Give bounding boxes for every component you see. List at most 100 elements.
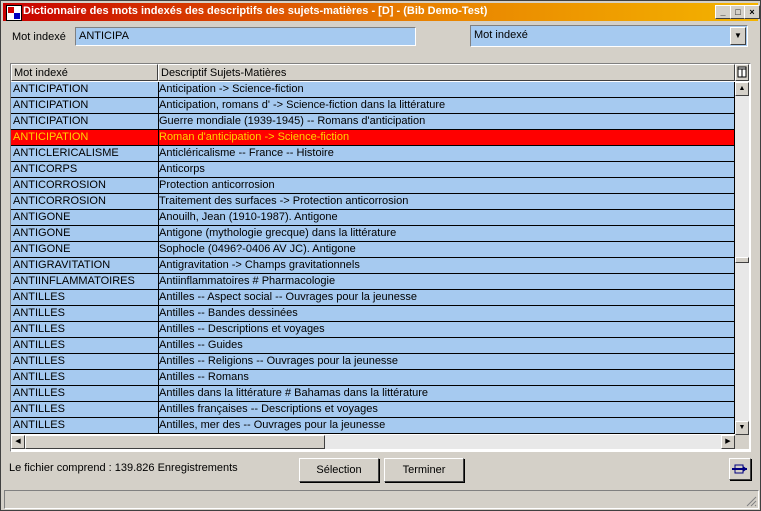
arrow-left-icon: ◀ (15, 438, 21, 445)
cell-mot-indexe: ANTILLES (11, 386, 159, 402)
table-row[interactable]: ANTICORROSION Protection anticorrosion (11, 178, 735, 194)
title-bar[interactable]: Dictionnaire des mots indexés des descri… (3, 3, 760, 21)
cell-descriptif: Guerre mondiale (1939-1945) -- Romans d'… (158, 114, 735, 130)
table-row[interactable]: ANTILLES Antilles -- Guides (11, 338, 735, 354)
cell-descriptif: Antilles -- Descriptions et voyages (158, 322, 735, 338)
scrollbar-corner (735, 435, 749, 449)
record-count: Le fichier comprend : 139.826 Enregistre… (9, 462, 238, 474)
cell-mot-indexe: ANTILLES (11, 354, 159, 370)
table-row[interactable]: ANTILLES Antilles -- Bandes dessinées (11, 306, 735, 322)
table-row[interactable]: ANTILLES Antilles -- Aspect social -- Ouv… (11, 290, 735, 306)
window-title: Dictionnaire des mots indexés des descri… (23, 5, 488, 17)
terminer-button[interactable]: Terminer (384, 458, 464, 482)
selection-button[interactable]: Sélection (299, 458, 379, 482)
scroll-left-button[interactable]: ◀ (11, 435, 25, 449)
cell-descriptif: Anticipation, romans d' -> Science-ficti… (158, 98, 735, 114)
arrow-down-icon: ▼ (738, 424, 746, 431)
cell-descriptif: Antilles -- Romans (158, 370, 735, 386)
column-header-mot-indexe[interactable]: Mot indexé (11, 64, 158, 81)
cell-mot-indexe: ANTICORROSION (11, 178, 159, 194)
cell-descriptif: Antilles -- Religions -- Ouvrages pour l… (158, 354, 735, 370)
cell-descriptif: Antilles -- Guides (158, 338, 735, 354)
search-label: Mot indexé (12, 31, 66, 43)
vertical-scrollbar[interactable]: ▲ ▼ (735, 82, 749, 435)
minimize-icon: _ (720, 7, 726, 17)
column-header-label: Descriptif Sujets-Matières (161, 67, 287, 79)
cell-mot-indexe: ANTILLES (11, 338, 159, 354)
cell-mot-indexe: ANTICORPS (11, 162, 159, 178)
horizontal-scroll-thumb[interactable] (25, 435, 325, 449)
table-row[interactable]: ANTILLES Antilles dans la littérature # B… (11, 386, 735, 402)
cell-mot-indexe: ANTIGONE (11, 226, 159, 242)
table-row[interactable]: ANTILLES Antilles -- Descriptions et voya… (11, 322, 735, 338)
column-header-label: Mot indexé (14, 67, 68, 79)
table-row[interactable]: ANTIINFLAMMATOIRES Antiinflammatoires # P… (11, 274, 735, 290)
cell-descriptif: Antilles, mer des -- Ouvrages pour la je… (158, 418, 735, 434)
cell-descriptif: Antiinflammatoires # Pharmacologie (158, 274, 735, 290)
cell-descriptif: Sophocle (0496?-0406 AV JC). Antigone (158, 242, 735, 258)
export-icon (732, 464, 747, 474)
terminer-button-label: Terminer (402, 464, 446, 476)
table-row[interactable]: ANTIGONE Sophocle (0496?-0406 AV JC). Ant… (11, 242, 735, 258)
grid-rows: ANTICIPATION Anticipation -> Science-fict… (11, 82, 735, 434)
scroll-down-button[interactable]: ▼ (735, 421, 749, 435)
search-mode-select[interactable]: Mot indexé ▼ (470, 25, 748, 47)
table-row[interactable]: ANTICORROSION Traitement des surfaces -> … (11, 194, 735, 210)
table-row[interactable]: ANTIGRAVITATION Antigravitation -> Champs… (11, 258, 735, 274)
cell-mot-indexe: ANTILLES (11, 306, 159, 322)
horizontal-scrollbar[interactable]: ◀ ▶ (11, 435, 735, 449)
cell-descriptif: Protection anticorrosion (158, 178, 735, 194)
column-chooser-icon (737, 66, 747, 78)
table-row[interactable]: ANTILLES Antilles, mer des -- Ouvrages po… (11, 418, 735, 434)
search-mode-value: Mot indexé (474, 29, 528, 41)
selection-button-label: Sélection (316, 464, 362, 476)
cell-mot-indexe: ANTIGONE (11, 210, 159, 226)
table-row[interactable]: ANTICIPATION Anticipation, romans d' -> S… (11, 98, 735, 114)
cell-mot-indexe: ANTILLES (11, 418, 159, 434)
resize-grip-icon[interactable] (745, 495, 757, 507)
table-row[interactable]: ANTILLES Antilles -- Romans (11, 370, 735, 386)
search-mode-dropdown-button[interactable]: ▼ (730, 27, 746, 45)
search-input[interactable]: ANTICIPA (75, 27, 416, 46)
chevron-down-icon: ▼ (734, 31, 742, 40)
results-grid: Mot indexé Descriptif Sujets-Matières AN… (10, 63, 751, 452)
cell-descriptif: Antigone (mythologie grecque) dans la li… (158, 226, 735, 242)
cell-descriptif: Antilles dans la littérature # Bahamas d… (158, 386, 735, 402)
cell-mot-indexe: ANTILLES (11, 370, 159, 386)
cell-descriptif: Antigravitation -> Champs gravitationnel… (158, 258, 735, 274)
cell-descriptif: Antilles -- Aspect social -- Ouvrages po… (158, 290, 735, 306)
app-icon[interactable] (6, 5, 22, 21)
table-row[interactable]: ANTICLERICALISME Anticléricalisme -- Fran… (11, 146, 735, 162)
cell-descriptif: Roman d'anticipation -> Science-fiction (158, 130, 735, 146)
close-button[interactable]: × (744, 5, 760, 19)
cell-descriptif: Anouilh, Jean (1910-1987). Antigone (158, 210, 735, 226)
cell-mot-indexe: ANTILLES (11, 402, 159, 418)
minimize-button[interactable]: _ (715, 5, 731, 19)
column-header-descriptif[interactable]: Descriptif Sujets-Matières (158, 64, 735, 81)
table-row[interactable]: ANTILLES Antilles -- Religions -- Ouvrage… (11, 354, 735, 370)
table-row[interactable]: ANTICIPATION Anticipation -> Science-fict… (11, 82, 735, 98)
table-row[interactable]: ANTIGONE Anouilh, Jean (1910-1987). Antig… (11, 210, 735, 226)
table-row[interactable]: ANTICIPATION Guerre mondiale (1939-1945) … (11, 114, 735, 130)
cell-descriptif: Antilles -- Bandes dessinées (158, 306, 735, 322)
table-row[interactable]: ANTICORPS Anticorps (11, 162, 735, 178)
close-icon: × (749, 7, 755, 17)
main-window: Dictionnaire des mots indexés des descri… (0, 0, 761, 511)
cell-mot-indexe: ANTICIPATION (11, 130, 159, 146)
arrow-up-icon: ▲ (738, 85, 746, 92)
table-row[interactable]: ANTILLES Antilles françaises -- Descripti… (11, 402, 735, 418)
scroll-up-button[interactable]: ▲ (735, 82, 749, 96)
table-row[interactable]: ANTICIPATION Roman d'anticipation -> Scie… (11, 130, 735, 146)
scroll-right-button[interactable]: ▶ (721, 435, 735, 449)
cell-mot-indexe: ANTICLERICALISME (11, 146, 159, 162)
table-row[interactable]: ANTIGONE Antigone (mythologie grecque) da… (11, 226, 735, 242)
export-button[interactable] (729, 458, 751, 480)
cell-mot-indexe: ANTILLES (11, 322, 159, 338)
search-input-value: ANTICIPA (79, 30, 129, 42)
cell-mot-indexe: ANTILLES (11, 290, 159, 306)
cell-descriptif: Antilles françaises -- Descriptions et v… (158, 402, 735, 418)
cell-descriptif: Anticipation -> Science-fiction (158, 82, 735, 98)
cell-mot-indexe: ANTIGONE (11, 242, 159, 258)
column-chooser-button[interactable] (735, 64, 749, 81)
vertical-scroll-thumb[interactable] (735, 257, 749, 263)
